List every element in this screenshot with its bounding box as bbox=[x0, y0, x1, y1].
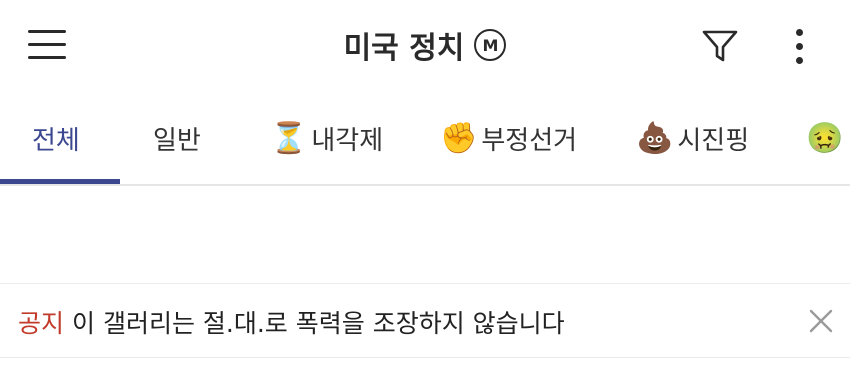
notice-tag: 공지 bbox=[18, 309, 65, 338]
notice-text: 이 갤러리는 절.대.로 폭력을 조장하지 않습니다 bbox=[72, 309, 565, 338]
category-tabs: 전체 일반 ⏳ 내각제 ✊ 부정선거 💩 시진핑 🤢 bbox=[0, 92, 850, 186]
more-dot bbox=[796, 57, 803, 64]
gallery-title: 미국 정치 bbox=[343, 31, 465, 66]
tab-label: 부정선거 bbox=[481, 125, 578, 156]
notice-divider bbox=[0, 357, 850, 358]
raised-fist-icon: ✊ bbox=[440, 120, 478, 156]
tab-label: 전체 bbox=[32, 125, 80, 156]
top-app-bar: 미국 정치 M bbox=[0, 0, 850, 92]
close-icon-svg bbox=[809, 309, 833, 333]
tab-nauseated[interactable]: 🤢 bbox=[806, 92, 847, 184]
close-icon[interactable] bbox=[806, 306, 836, 336]
tab-all[interactable]: 전체 bbox=[32, 92, 80, 184]
tab-label: 시진핑 bbox=[677, 125, 750, 156]
nauseated-face-icon: 🤢 bbox=[806, 120, 844, 156]
more-vertical-icon[interactable] bbox=[786, 26, 814, 66]
minor-gallery-badge: M bbox=[474, 29, 507, 61]
tab-general[interactable]: 일반 bbox=[153, 92, 201, 184]
poop-icon: 💩 bbox=[636, 120, 674, 156]
tab-cabinet[interactable]: ⏳ 내각제 bbox=[270, 92, 383, 184]
more-dot bbox=[796, 43, 803, 50]
tab-label: 내각제 bbox=[311, 125, 384, 156]
more-dot bbox=[796, 29, 803, 36]
section-divider bbox=[0, 283, 850, 284]
notice-banner[interactable]: 공지 이 갤러리는 절.대.로 폭력을 조장하지 않습니다 bbox=[0, 286, 850, 356]
active-tab-indicator bbox=[0, 179, 120, 184]
filter-icon-svg bbox=[702, 30, 738, 62]
hourglass-icon: ⏳ bbox=[270, 120, 308, 156]
tab-xi-jinping[interactable]: 💩 시진핑 bbox=[636, 92, 749, 184]
notice-content: 공지 이 갤러리는 절.대.로 폭력을 조장하지 않습니다 bbox=[18, 304, 565, 340]
filter-icon[interactable] bbox=[700, 26, 740, 66]
tab-election-fraud[interactable]: ✊ 부정선거 bbox=[440, 92, 577, 184]
tab-label: 일반 bbox=[153, 125, 201, 156]
